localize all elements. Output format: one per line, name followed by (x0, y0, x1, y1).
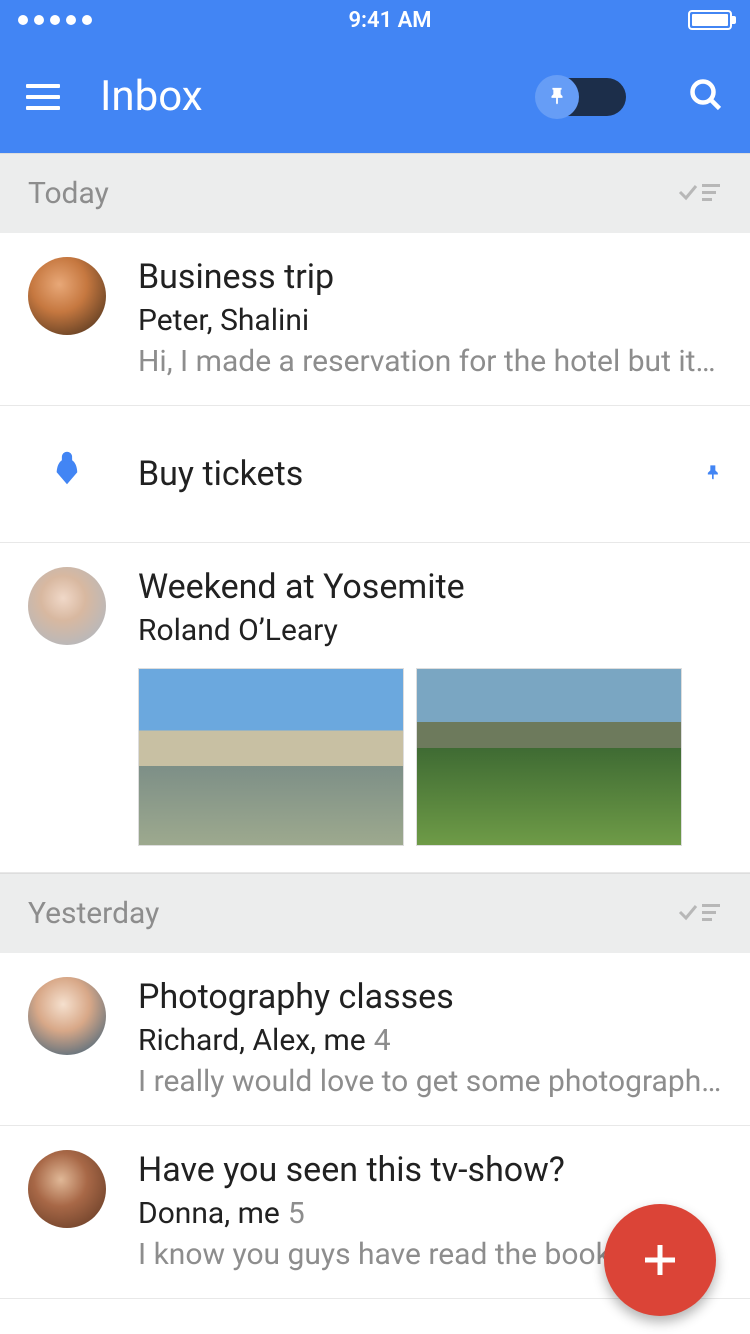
attachment-thumb[interactable] (138, 668, 404, 846)
mail-senders: Roland O’Leary (138, 613, 722, 648)
battery-icon (688, 10, 732, 30)
list-item[interactable]: Weekend at Yosemite Roland O’Leary (0, 543, 750, 873)
reminder-text: Buy tickets (138, 454, 702, 494)
sweep-icon[interactable] (678, 177, 722, 211)
avatar (28, 567, 106, 645)
pin-icon (535, 75, 579, 119)
signal-dots-icon (18, 15, 92, 25)
mail-snippet: I really would love to get some photogra… (138, 1064, 722, 1099)
attachment-thumb[interactable] (416, 668, 682, 846)
app-header: Inbox (0, 40, 750, 153)
list-item[interactable]: Photography classes Richard, Alex, me4 I… (0, 953, 750, 1126)
section-header-today: Today (0, 153, 750, 233)
mail-title: Have you seen this tv-show? (138, 1150, 722, 1190)
avatar (28, 1150, 106, 1228)
search-icon[interactable] (688, 77, 724, 117)
list-item[interactable]: Buy tickets (0, 406, 750, 543)
section-label: Yesterday (28, 896, 159, 931)
list-item[interactable]: Business trip Peter, Shalini Hi, I made … (0, 233, 750, 406)
mail-senders: Peter, Shalini (138, 303, 722, 338)
page-title: Inbox (100, 72, 498, 121)
status-bar: 9:41 AM (0, 0, 750, 40)
pin-icon (702, 458, 722, 490)
mail-title: Business trip (138, 257, 722, 297)
avatar (28, 977, 106, 1055)
mail-snippet: Hi, I made a reservation for the hotel b… (138, 344, 722, 379)
sweep-icon[interactable] (678, 897, 722, 931)
section-header-yesterday: Yesterday (0, 873, 750, 953)
avatar (28, 257, 106, 335)
compose-fab[interactable] (604, 1204, 716, 1316)
section-label: Today (28, 176, 109, 211)
mail-title: Photography classes (138, 977, 722, 1017)
attachment-thumbs (138, 668, 722, 846)
mail-senders: Richard, Alex, me4 (138, 1023, 722, 1058)
menu-icon[interactable] (26, 84, 60, 110)
pinned-toggle[interactable] (538, 78, 626, 116)
reminder-icon (28, 450, 106, 498)
status-time: 9:41 AM (348, 8, 431, 33)
mail-title: Weekend at Yosemite (138, 567, 722, 607)
plus-icon (640, 1240, 680, 1280)
